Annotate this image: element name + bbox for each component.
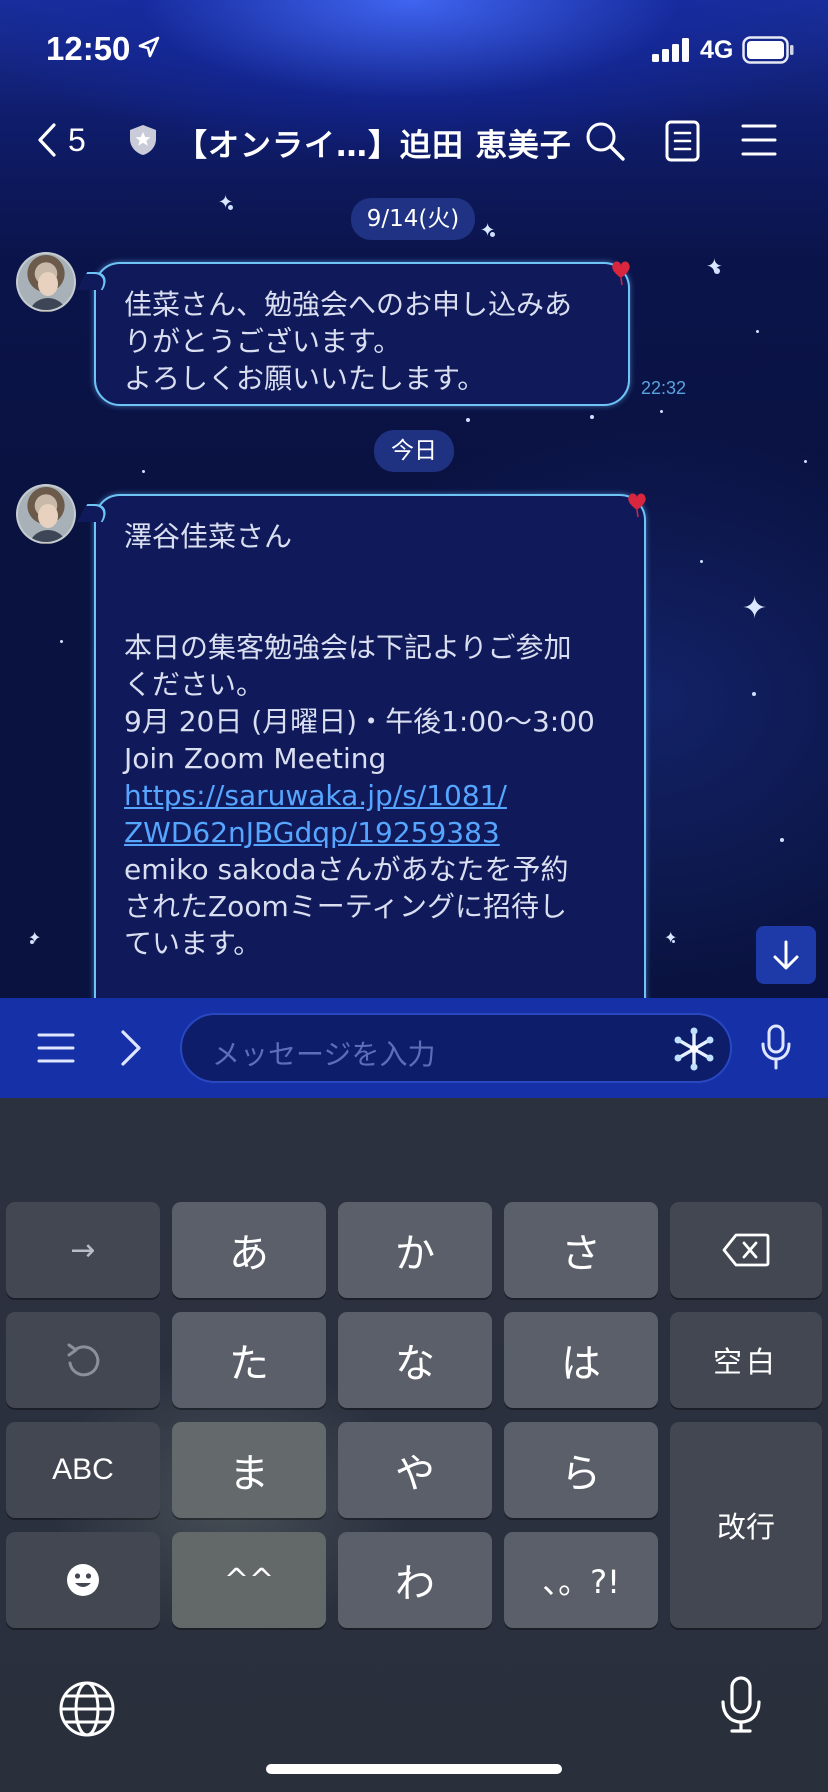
- key-a[interactable]: あ: [172, 1202, 326, 1298]
- key-na[interactable]: な: [338, 1312, 492, 1408]
- key-label: な: [395, 1341, 435, 1387]
- status-time: 12:50: [46, 30, 131, 67]
- backspace-key[interactable]: [670, 1202, 822, 1298]
- message-placeholder: メッセージを入力: [212, 1038, 436, 1071]
- home-indicator[interactable]: [266, 1764, 562, 1774]
- message-line: 澤谷佳菜さん: [124, 520, 293, 553]
- status-bar: 12:50 4G: [0, 0, 828, 100]
- key-ra[interactable]: ら: [504, 1422, 658, 1518]
- search-icon[interactable]: [584, 120, 626, 166]
- dictation-mic-icon[interactable]: [720, 1676, 762, 1738]
- abc-key[interactable]: ABC: [6, 1422, 160, 1518]
- key-label: か: [395, 1231, 435, 1277]
- key-label: ま: [229, 1451, 269, 1497]
- scroll-down-button[interactable]: [756, 926, 816, 984]
- message-line: ています。: [124, 927, 262, 960]
- message-line: 佳菜さん、勉強会へのお申し込みあ: [124, 288, 573, 321]
- battery-icon: [742, 36, 794, 68]
- back-chevron-icon: [38, 123, 56, 157]
- key-label: わ: [395, 1561, 435, 1607]
- message-line: りがとうございます。: [124, 325, 402, 358]
- space-key[interactable]: 空白: [670, 1312, 822, 1408]
- avatar[interactable]: [16, 484, 76, 544]
- emoji-key[interactable]: [6, 1532, 160, 1628]
- key-wa[interactable]: わ: [338, 1532, 492, 1628]
- message-input-bar: メッセージを入力: [0, 998, 828, 1098]
- key-label: ^^: [223, 1562, 275, 1598]
- key-ya[interactable]: や: [338, 1422, 492, 1518]
- message-line: Join Zoom Meeting: [124, 742, 387, 775]
- chat-header: 5 【オンライ…】迫田 恵美子: [0, 110, 828, 170]
- back-button[interactable]: 5: [36, 110, 86, 170]
- key-label: た: [229, 1341, 269, 1387]
- return-key[interactable]: 改行: [670, 1422, 822, 1628]
- message-line: 9月 20日 (月曜日)・午後1:00～3:00: [124, 705, 595, 738]
- scroll-down-icon: [773, 940, 799, 970]
- message-line: よろしくお願いいたします。: [124, 362, 486, 395]
- date-divider: 今日: [374, 430, 454, 472]
- chat-title[interactable]: 【オンライ…】迫田 恵美子: [176, 120, 572, 165]
- message-bubble[interactable]: 佳菜さん、勉強会へのお申し込みあ りがとうございます。 よろしくお願いいたします…: [76, 262, 630, 406]
- expand-chevron-icon[interactable]: [118, 1028, 144, 1072]
- message-line: emiko sakodaさんがあなたを予約: [124, 853, 569, 886]
- shield-icon: [128, 124, 158, 160]
- undo-key[interactable]: [6, 1312, 160, 1408]
- mic-icon[interactable]: [760, 1024, 792, 1074]
- key-label: →: [70, 1232, 96, 1268]
- key-label: さ: [561, 1231, 601, 1277]
- date-divider: 9/14(火): [351, 198, 475, 240]
- emoji-icon: [67, 1564, 99, 1596]
- notes-icon[interactable]: [664, 120, 702, 166]
- key-label: は: [561, 1341, 601, 1387]
- globe-icon[interactable]: [58, 1680, 116, 1742]
- key-kaomoji[interactable]: ^^: [172, 1532, 326, 1628]
- signal-icon: [652, 38, 692, 66]
- key-sa[interactable]: さ: [504, 1202, 658, 1298]
- message-line: ください。: [124, 668, 265, 701]
- keyboard: → あ か さ た な は 空白 ABC ま や ら 改行 ^^ わ 、。?!: [0, 1098, 828, 1792]
- message-link[interactable]: ZWD62nJBGdqp/19259383: [124, 814, 620, 851]
- key-label: ら: [561, 1451, 601, 1497]
- avatar[interactable]: [16, 252, 76, 312]
- heart-icon: [610, 258, 632, 290]
- menu-icon[interactable]: [740, 120, 778, 164]
- message-bubble[interactable]: 澤谷佳菜さん 本日の集客勉強会は下記よりご参加 ください。 9月 20日 (月曜…: [76, 494, 646, 1034]
- backspace-icon: [722, 1233, 770, 1267]
- undo-icon: [67, 1343, 100, 1377]
- key-punctuation[interactable]: 、。?!: [504, 1532, 658, 1628]
- snowflake-icon[interactable]: [672, 1027, 716, 1075]
- key-label: 改行: [716, 1510, 775, 1544]
- key-ta[interactable]: た: [172, 1312, 326, 1408]
- message-time: 22:32: [641, 378, 687, 398]
- location-arrow-icon: [138, 36, 160, 62]
- unread-count: 5: [68, 121, 86, 158]
- key-ma[interactable]: ま: [172, 1422, 326, 1518]
- message-input[interactable]: メッセージを入力: [180, 1013, 732, 1083]
- key-label: 空白: [712, 1345, 779, 1379]
- heart-icon: [626, 490, 648, 522]
- key-ka[interactable]: か: [338, 1202, 492, 1298]
- network-label: 4G: [700, 36, 734, 64]
- message-line: されたZoomミーティングに招待し: [124, 890, 568, 923]
- key-ha[interactable]: は: [504, 1312, 658, 1408]
- menu-icon[interactable]: [36, 1030, 76, 1070]
- key-arrow-right[interactable]: →: [6, 1202, 160, 1298]
- message-line: 本日の集客勉強会は下記よりご参加: [124, 631, 572, 664]
- key-label: 、。?!: [542, 1563, 620, 1601]
- key-label: や: [395, 1451, 435, 1497]
- key-label: あ: [229, 1231, 269, 1277]
- key-label: ABC: [52, 1453, 114, 1486]
- message-link[interactable]: https://saruwaka.jp/s/1081/: [124, 777, 620, 814]
